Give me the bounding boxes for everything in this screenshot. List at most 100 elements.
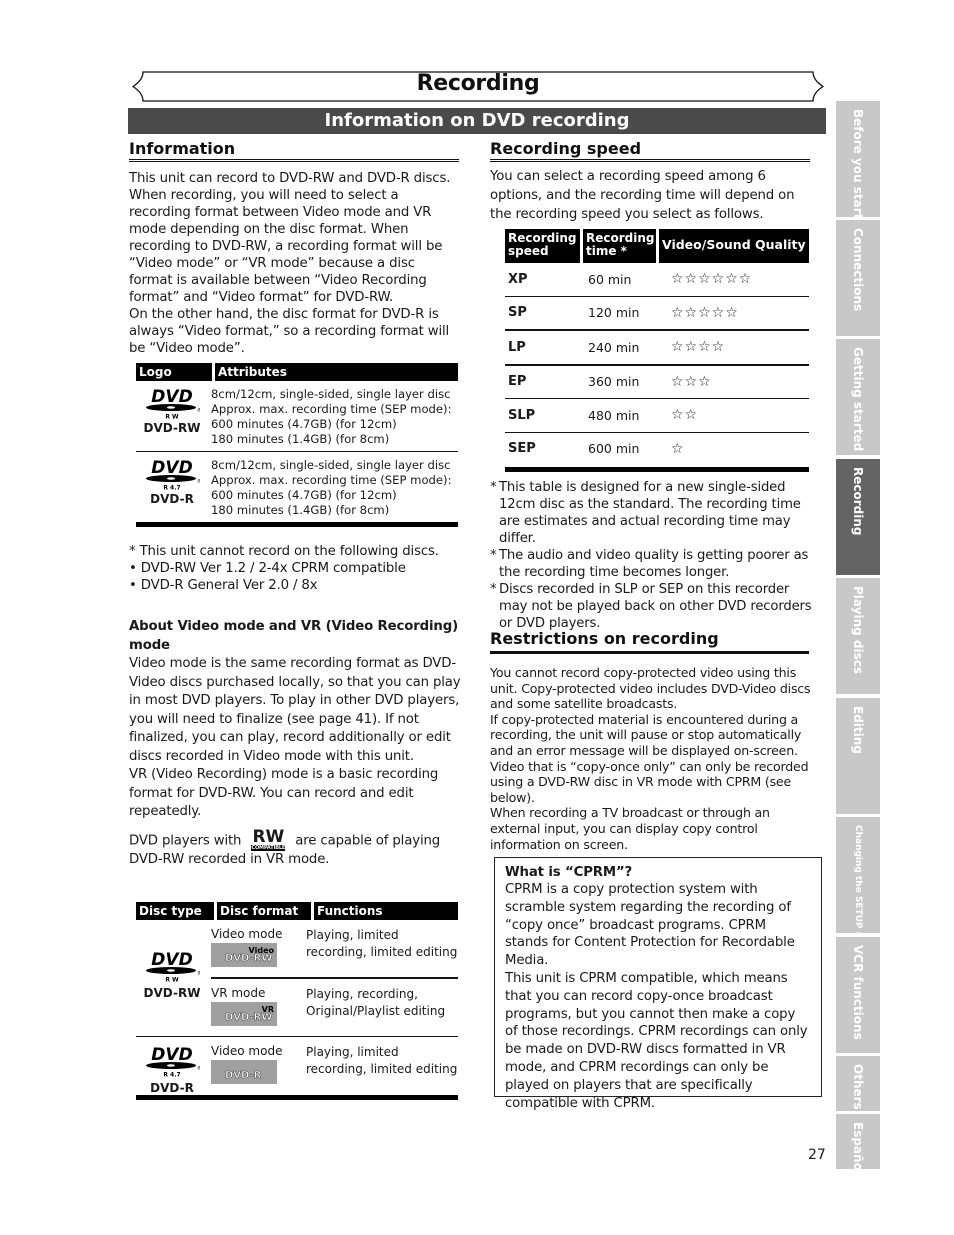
side-tab-others[interactable]: Others: [836, 1056, 880, 1111]
quality-stars-icon: ☆: [671, 440, 685, 457]
disc-table-header: Disc format: [217, 902, 311, 920]
rw-compatible-logo: RW COMPATIBLE: [251, 826, 286, 851]
quality-stars-icon: ☆☆: [671, 407, 699, 424]
restrictions-heading: Restrictions on recording: [490, 629, 719, 648]
attributes-cell: 8cm/12cm, single-sided, single layer dis…: [211, 458, 458, 518]
speed-notes: * This table is designed for a new single…: [490, 479, 820, 632]
speed-note: * Discs recorded in SLP or SEP on this re…: [490, 582, 812, 631]
format-mode: Video mode: [211, 1044, 283, 1058]
side-tab-vcr-functions[interactable]: VCR functions: [836, 937, 880, 1053]
dvd-logo-icon: DVD ® R 4.7: [146, 1045, 200, 1079]
information-section: Information This unit can record to DVD-…: [129, 139, 459, 357]
format-mode: Video mode: [211, 927, 283, 941]
logo-caption: DVD-R: [150, 492, 194, 506]
attribute-line: Approx. max. recording time (SEP mode):: [211, 402, 452, 416]
page-title-banner: Recording: [131, 70, 825, 103]
cprm-paragraph: CPRM is a copy protection system with sc…: [505, 882, 795, 969]
speed-note: * The audio and video quality is getting …: [490, 548, 809, 580]
restrictions-paragraph: You cannot record copy-protected video u…: [490, 665, 811, 712]
attribute-line: 180 minutes (1.4GB) (for 8cm): [211, 503, 390, 517]
information-heading: Information: [129, 139, 236, 158]
information-body: This unit can record to DVD-RW and DVD-R…: [129, 170, 459, 357]
side-tab-connections[interactable]: Connections: [836, 220, 880, 336]
bullet-item: DVD-R General Ver 2.0 / 8x: [140, 578, 318, 593]
information-heading-wrap: Information: [129, 139, 459, 162]
side-tab-recording[interactable]: Recording: [836, 459, 880, 575]
speed-table-row: SEP 600 min ☆: [505, 433, 809, 466]
recording-time: 480 min: [588, 407, 640, 423]
dvd-logo-icon: DVD ® R 4.7: [146, 458, 200, 492]
logo-table-header: Logo: [136, 363, 212, 381]
information-paragraph: On the other hand, the disc format for D…: [129, 307, 450, 356]
svg-text:R W: R W: [165, 414, 179, 421]
disc-type-caption: DVD-RW: [143, 986, 201, 1000]
about-paragraph: Video mode is the same recording format …: [129, 656, 461, 764]
restrictions-paragraph: Video that is “copy-once only” can only …: [490, 758, 809, 805]
speed-note: * This table is designed for a new single…: [490, 480, 801, 546]
side-tab-before-you-start[interactable]: Before you start: [836, 101, 880, 219]
disc-format-row: Video mode Video DVD-RW Playing, limited re…: [211, 920, 458, 979]
speed-table-row: SP 120 min ☆☆☆☆☆: [505, 297, 809, 331]
svg-text:DVD: DVD: [151, 1045, 192, 1065]
speed-table-row: SLP 480 min ☆☆: [505, 399, 809, 433]
functions-cell: Playing, limited recording, limited edit…: [306, 1045, 458, 1076]
speed-code: LP: [508, 339, 526, 355]
recording-time: 240 min: [588, 339, 640, 355]
format-cell: Video mode DVD-R: [211, 1044, 303, 1088]
speed-code: XP: [508, 271, 528, 287]
side-tab-editing[interactable]: Editing: [836, 698, 880, 814]
disc-format-table: Disc type Disc format Functions DVD ® R WD…: [136, 902, 458, 1100]
speed-table-row: LP 240 min ☆☆☆☆: [505, 331, 809, 366]
svg-text:®: ®: [197, 478, 200, 485]
speed-table-header: Recording time *: [583, 229, 656, 263]
side-tab-label: Connections: [851, 228, 865, 312]
recording-time: 120 min: [588, 305, 640, 321]
asterisk: *: [490, 582, 497, 597]
restrictions-body: You cannot record copy-protected video u…: [490, 665, 822, 852]
attributes-cell: 8cm/12cm, single-sided, single layer dis…: [211, 387, 458, 447]
note-text: This unit cannot record on the following…: [139, 544, 439, 559]
side-tab-getting-started[interactable]: Getting started: [836, 339, 880, 455]
format-cell: Video mode Video DVD-RW: [211, 927, 303, 971]
svg-text:R W: R W: [165, 977, 179, 984]
svg-text:R 4.7: R 4.7: [163, 1072, 180, 1079]
restrictions-section: Restrictions on recording: [490, 629, 810, 654]
information-paragraph: This unit can record to DVD-RW and DVD-R…: [129, 171, 451, 305]
rw-compatible-line: DVD players with RW COMPATIBLE are capab…: [129, 826, 464, 870]
about-heading: About Video mode and VR (Video Recording…: [129, 619, 459, 653]
side-tab-playing-discs[interactable]: Playing discs: [836, 578, 880, 694]
disc-table-header: Disc type: [136, 902, 214, 920]
disc-type-cell: DVD ® R W DVD-RW: [136, 920, 208, 1036]
logo-cell: DVD ® R W DVD-RW: [136, 387, 208, 447]
functions-cell: Playing, recording, Original/Playlist ed…: [306, 987, 446, 1018]
svg-text:DVD: DVD: [151, 950, 192, 970]
speed-code: SLP: [508, 407, 536, 423]
side-tab-label: Editing: [851, 706, 865, 754]
about-video-mode: About Video mode and VR (Video Recording…: [129, 618, 464, 869]
recording-time: 600 min: [588, 441, 640, 457]
side-tab-label: Others: [851, 1064, 865, 1110]
asterisk: *: [490, 548, 497, 563]
dvd-logo-icon: DVD ® R W: [146, 950, 200, 984]
logo-caption: DVD-RW: [143, 421, 201, 435]
asterisk: *: [129, 544, 140, 559]
speed-table-header: Recording speed: [505, 229, 580, 263]
recording-speed-table: Recording speed Recording time * Video/S…: [505, 229, 809, 472]
speed-code: SEP: [508, 441, 536, 457]
logo-table-row: DVD ® R W DVD-RW 8cm/12cm, single-sided, sin…: [136, 381, 458, 452]
logo-table-row: DVD ® R 4.7 DVD-R 8cm/12cm, single-sided, si…: [136, 452, 458, 522]
recording-time: 360 min: [588, 374, 640, 390]
speed-table-row: XP 60 min ☆☆☆☆☆☆: [505, 263, 809, 297]
side-tab-espa-ol[interactable]: Español: [836, 1114, 880, 1175]
side-tab-changing-the-setup-menu[interactable]: Changing the SETUP menu: [836, 817, 880, 960]
disc-table-row: DVD ® R W DVD-RW Video mode Video DVD-RW Playin…: [136, 920, 458, 1037]
attribute-line: 180 minutes (1.4GB) (for 8cm): [211, 432, 390, 446]
section-title: Information on DVD recording: [128, 108, 826, 134]
cprm-info-box: What is “CPRM”? CPRM is a copy protectio…: [494, 857, 822, 1111]
restrictions-paragraph: When recording a TV broadcast or through…: [490, 805, 770, 852]
format-cell: VR mode VR DVD-RW: [211, 986, 303, 1030]
format-badge-icon: DVD-R: [211, 1060, 277, 1084]
recording-speed-heading-wrap: Recording speed: [490, 139, 810, 162]
page-title: Recording: [416, 71, 540, 96]
format-mode: VR mode: [211, 986, 266, 1000]
